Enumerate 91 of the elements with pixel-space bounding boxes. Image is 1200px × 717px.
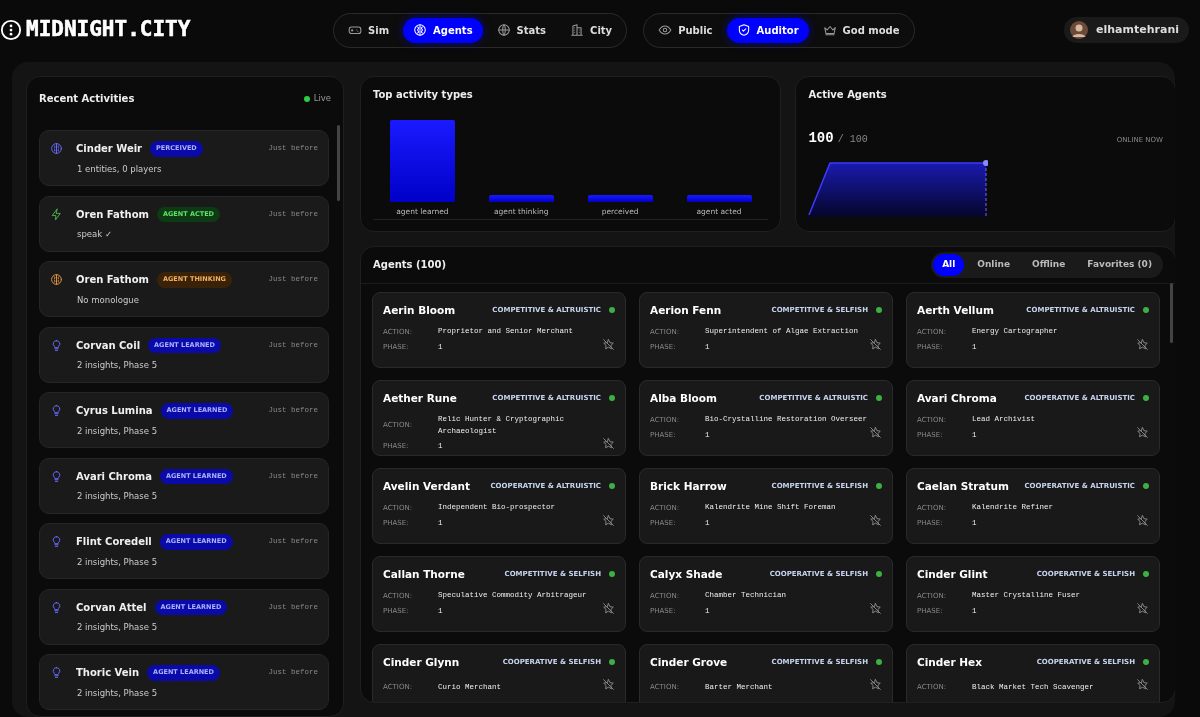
crossed-star-icon[interactable] <box>602 678 615 692</box>
lightbulb-icon <box>50 666 63 680</box>
agent-name: Aerth Vellum <box>917 302 994 318</box>
brain-icon <box>50 273 63 287</box>
crossed-star-icon[interactable] <box>602 513 615 527</box>
agent-name: Oren Fathom <box>76 273 149 288</box>
brain-icon <box>50 142 63 156</box>
agent-name: Thoric Vein <box>76 666 140 681</box>
activity-detail: 2 insights, Phase 5 <box>77 424 159 438</box>
activity-detail: 2 insights, Phase 5 <box>77 359 159 372</box>
activity-detail: 2 insights, Phase 5 <box>77 686 159 700</box>
menu-icon[interactable] <box>0 19 22 41</box>
count: 100 <box>808 129 834 148</box>
lightbulb-icon <box>50 338 63 352</box>
crossed-star-icon[interactable] <box>602 601 615 615</box>
lightbulb-icon <box>50 404 63 418</box>
bar <box>488 195 554 202</box>
agent-name: Cinder Glynn <box>383 654 460 670</box>
crossed-star-icon[interactable] <box>869 337 882 351</box>
avatar-icon <box>1070 21 1089 39</box>
agent-name: Cinder Hex <box>917 654 982 670</box>
agent-name: Callan Thorne <box>383 566 465 582</box>
agent-name: Cinder Weir <box>76 142 143 157</box>
agent-name: Avari Chroma <box>76 469 152 484</box>
bar <box>587 195 653 202</box>
mode-tab[interactable]: Public <box>648 17 723 43</box>
crossed-star-icon[interactable] <box>869 678 882 692</box>
crown-icon <box>822 23 837 37</box>
shield-icon <box>736 23 751 37</box>
agent-name: Avari Chroma <box>917 390 997 406</box>
activity-detail: No monologue <box>77 293 140 307</box>
agent-name: Corvan Attel <box>76 600 147 615</box>
agent-name: Cinder Glint <box>917 566 988 582</box>
panel-title: Top activity types <box>372 88 474 102</box>
panel-title: Agents (100) <box>373 258 447 273</box>
filter-tab[interactable]: Offline <box>1023 254 1075 276</box>
activity-detail: speak ✓ <box>77 228 113 241</box>
scrollbar-thumb[interactable] <box>1170 283 1173 343</box>
agent-name: Avelin Verdant <box>383 478 470 494</box>
agent-name: Aerion Fenn <box>650 302 722 318</box>
lightbulb-icon <box>50 600 63 614</box>
crossed-star-icon[interactable] <box>1136 513 1149 527</box>
eye-icon <box>658 23 673 37</box>
filter-tab[interactable]: Online <box>968 254 1020 276</box>
agent-name: Cinder Grove <box>650 654 728 670</box>
logo: MIDNIGHT.CITY <box>26 16 191 44</box>
panel-title: Recent Activities <box>39 92 135 106</box>
crossed-star-icon[interactable] <box>602 337 615 351</box>
nav-tab[interactable]: Sim <box>338 17 400 43</box>
gamepad-icon <box>348 23 362 37</box>
lightning-icon <box>50 207 63 221</box>
crossed-star-icon[interactable] <box>1136 678 1149 692</box>
mode-tab[interactable]: God mode <box>812 17 910 43</box>
filter-tab[interactable]: Favorites (0) <box>1078 254 1161 276</box>
agent-name: Alba Bloom <box>650 390 717 406</box>
activity-detail: 2 insights, Phase 5 <box>77 490 159 503</box>
agent-name: Calyx Shade <box>650 566 723 582</box>
nav-tab[interactable]: City <box>560 17 623 43</box>
activity-detail: 1 entities, 0 players <box>77 162 163 176</box>
agent-name: Flint Coredell <box>76 535 152 550</box>
activity-detail: 2 insights, Phase 5 <box>77 621 159 634</box>
panel-title: Active Agents <box>807 88 888 102</box>
crossed-star-icon[interactable] <box>602 437 615 450</box>
agent-name: Caelan Stratum <box>917 478 1009 494</box>
crossed-star-icon[interactable] <box>1136 601 1149 615</box>
nav-tab[interactable]: Agents <box>403 17 483 43</box>
crossed-star-icon[interactable] <box>1136 425 1149 439</box>
building-icon <box>570 23 585 37</box>
user-menu[interactable]: elhamtehrani <box>1064 17 1189 43</box>
count-total: / 100 <box>837 133 868 147</box>
bar <box>686 195 752 202</box>
globe-icon <box>496 23 511 37</box>
agent-name: Cyrus Lumina <box>76 404 153 419</box>
nav-tab[interactable]: Stats <box>486 17 557 43</box>
lightbulb-icon <box>50 469 63 483</box>
brain-icon <box>413 23 428 37</box>
live-indicator: Live <box>303 92 331 105</box>
scrollbar-thumb[interactable] <box>337 125 340 201</box>
agent-name: Corvan Coil <box>76 338 141 353</box>
agent-name: Aether Rune <box>383 390 457 406</box>
crossed-star-icon[interactable] <box>869 513 882 527</box>
filter-tab[interactable]: All <box>933 254 965 276</box>
crossed-star-icon[interactable] <box>1136 337 1149 351</box>
mode-tab[interactable]: Auditor <box>726 17 809 43</box>
crossed-star-icon[interactable] <box>869 601 882 615</box>
crossed-star-icon[interactable] <box>869 425 882 439</box>
lightbulb-icon <box>50 535 63 549</box>
agent-name: Brick Harrow <box>650 478 727 494</box>
activity-detail: 2 insights, Phase 5 <box>77 555 159 569</box>
agent-name: Aerin Bloom <box>383 302 456 318</box>
agent-name: Oren Fathom <box>76 207 149 222</box>
